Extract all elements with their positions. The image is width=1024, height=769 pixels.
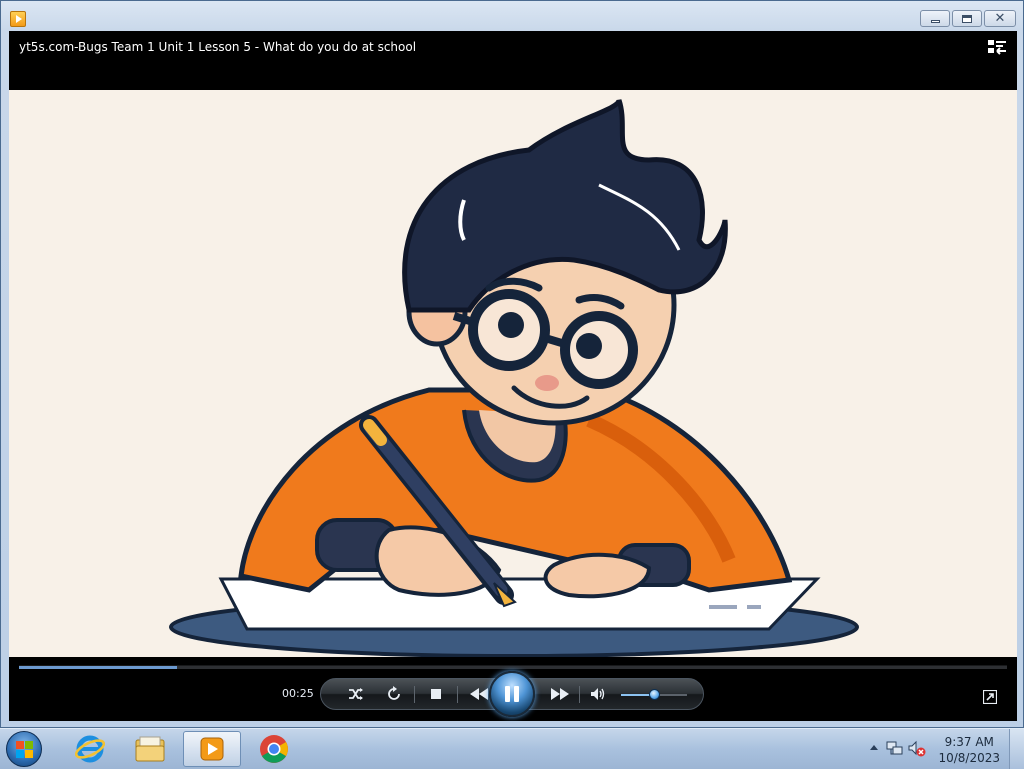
- pause-icon: [514, 686, 519, 702]
- stop-icon: [431, 689, 441, 699]
- separator: [414, 686, 415, 703]
- system-tray: 9:37 AM 10/8/2023: [864, 729, 1024, 769]
- close-button[interactable]: ✕: [984, 10, 1016, 27]
- separator: [579, 686, 580, 703]
- next-button[interactable]: [545, 679, 575, 709]
- taskbar-windows-media-player[interactable]: [183, 731, 241, 767]
- taskbar: 9:37 AM 10/8/2023: [0, 728, 1024, 769]
- volume-knob[interactable]: [649, 689, 660, 700]
- video-area[interactable]: yt5s.com-Bugs Team 1 Unit 1 Lesson 5 - W…: [9, 31, 1017, 721]
- shuffle-button[interactable]: [343, 679, 369, 709]
- repeat-button[interactable]: [381, 679, 407, 709]
- taskbar-windows-explorer[interactable]: [121, 731, 179, 767]
- stop-button[interactable]: [423, 679, 449, 709]
- show-hidden-icons-icon[interactable]: [870, 745, 878, 750]
- windows-media-player-icon: [200, 737, 224, 761]
- switch-to-library-icon[interactable]: [988, 39, 1006, 55]
- clock-date: 10/8/2023: [938, 751, 1000, 765]
- window-controls: ✕: [920, 10, 1016, 27]
- chrome-icon: [260, 735, 288, 763]
- volume-slider[interactable]: [621, 689, 687, 700]
- video-frame[interactable]: [9, 90, 1017, 657]
- restore-icon: [962, 14, 972, 23]
- shuffle-icon: [349, 688, 363, 700]
- playback-controls: 00:25: [9, 657, 1017, 721]
- windows-logo-icon: [16, 741, 33, 758]
- video-title: yt5s.com-Bugs Team 1 Unit 1 Lesson 5 - W…: [19, 40, 417, 54]
- volume-muted-icon[interactable]: [908, 740, 926, 758]
- pause-button[interactable]: [489, 671, 535, 717]
- show-desktop-button[interactable]: [1009, 729, 1024, 769]
- clock[interactable]: 9:37 AM 10/8/2023: [938, 734, 1000, 766]
- media-player-icon[interactable]: [10, 11, 26, 27]
- network-icon[interactable]: [886, 741, 904, 757]
- restore-button[interactable]: [952, 10, 982, 27]
- close-icon: ✕: [994, 11, 1006, 26]
- next-icon: [551, 688, 569, 700]
- separator: [457, 686, 458, 703]
- speaker-icon: [591, 688, 605, 700]
- mute-button[interactable]: [587, 679, 609, 709]
- seek-progress: [19, 666, 177, 669]
- taskbar-internet-explorer[interactable]: [61, 731, 119, 767]
- clock-time: 9:37 AM: [944, 735, 994, 749]
- fullscreen-icon[interactable]: [983, 690, 997, 704]
- start-button[interactable]: [6, 731, 42, 767]
- elapsed-time: 00:25: [282, 687, 314, 700]
- minimize-button[interactable]: [920, 10, 950, 27]
- folder-icon: [135, 736, 165, 762]
- minimize-icon: [930, 20, 940, 23]
- repeat-icon: [388, 686, 400, 700]
- media-player-window: ✕ yt5s.com-Bugs Team 1 Unit 1 Lesson 5 -…: [0, 0, 1024, 728]
- previous-icon: [470, 688, 488, 700]
- seek-bar[interactable]: [19, 665, 1007, 669]
- internet-explorer-icon: [75, 735, 105, 763]
- taskbar-google-chrome[interactable]: [245, 731, 303, 767]
- pause-icon: [505, 686, 510, 702]
- video-image: [169, 99, 859, 657]
